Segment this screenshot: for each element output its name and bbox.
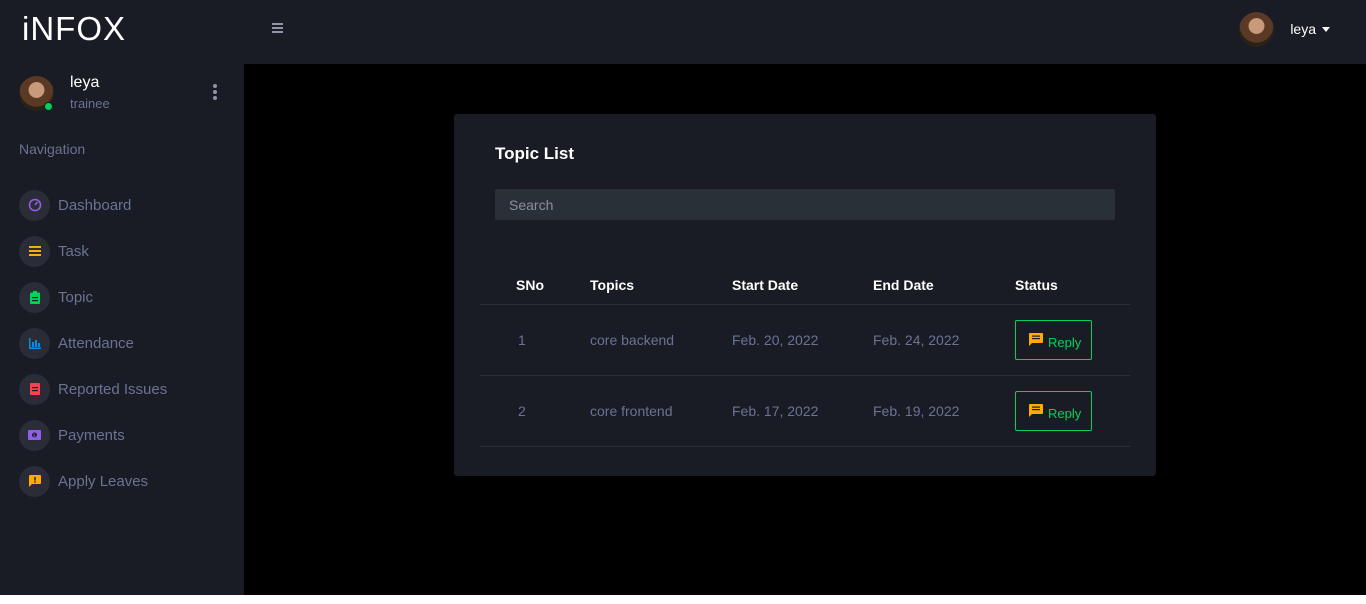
sidebar-profile: leya trainee	[19, 74, 229, 114]
reply-button-label: Reply	[1048, 405, 1082, 421]
topic-list-card: Topic List SNo Topics Start Date End Dat…	[454, 114, 1156, 476]
sidebar-item-label: Dashboard	[58, 196, 132, 214]
reply-button-label: Reply	[1048, 334, 1082, 350]
cell-sno: 2	[480, 375, 590, 447]
caret-down-icon	[1322, 26, 1330, 32]
report-icon	[19, 373, 50, 405]
cash-icon: $	[19, 419, 50, 451]
online-status-dot	[44, 102, 53, 111]
column-header-end-date: End Date	[873, 264, 1015, 305]
message-icon	[1029, 403, 1043, 420]
cell-start-date: Feb. 20, 2022	[732, 304, 873, 376]
reply-button[interactable]: Reply	[1015, 319, 1092, 360]
list-icon	[19, 235, 50, 267]
sidebar-item-label: Payments	[58, 426, 125, 444]
sidebar-item-payments[interactable]: $ Payments	[19, 412, 229, 458]
clipboard-icon	[19, 281, 50, 313]
table-header-row: SNo Topics Start Date End Date Status	[480, 264, 1130, 305]
cell-end-date: Feb. 19, 2022	[873, 375, 1015, 447]
cell-topic: core frontend	[590, 375, 732, 447]
cell-end-date: Feb. 24, 2022	[873, 304, 1015, 376]
table-row: 1 core backend Feb. 20, 2022 Feb. 24, 20…	[480, 304, 1130, 376]
sidebar-item-attendance[interactable]: Attendance	[19, 320, 229, 366]
message-alert-icon	[19, 465, 50, 497]
sidebar-item-label: Attendance	[58, 334, 134, 352]
sidebar-item-label: Apply Leaves	[58, 472, 149, 490]
cell-status: Reply	[1015, 375, 1130, 447]
sidebar-item-apply-leaves[interactable]: Apply Leaves	[19, 458, 229, 504]
sidebar-item-topic[interactable]: Topic	[19, 274, 229, 320]
sidebar-item-reported-issues[interactable]: Reported Issues	[19, 366, 229, 412]
more-options-icon[interactable]	[213, 84, 217, 100]
avatar	[1239, 11, 1275, 47]
brand-logo[interactable]: iNFOX	[22, 10, 126, 48]
top-navbar: iNFOX leya	[0, 0, 1366, 64]
app-root: iNFOX leya leya trainee Navigation Dashb…	[0, 0, 1366, 595]
message-icon	[1029, 332, 1043, 349]
user-menu[interactable]: leya	[1239, 11, 1330, 47]
cell-status: Reply	[1015, 304, 1130, 376]
menu-toggle-icon[interactable]	[272, 23, 284, 33]
sidebar-item-label: Task	[58, 242, 89, 260]
sidebar: leya trainee Navigation Dashboard Task T…	[0, 64, 244, 595]
column-header-start-date: Start Date	[732, 264, 873, 305]
cell-topic: core backend	[590, 304, 732, 376]
sidebar-item-dashboard[interactable]: Dashboard	[19, 182, 229, 228]
sidebar-item-label: Reported Issues	[58, 380, 168, 398]
user-menu-name: leya	[1290, 21, 1316, 37]
cell-sno: 1	[480, 304, 590, 376]
profile-name: leya	[70, 74, 100, 91]
column-header-status: Status	[1015, 264, 1130, 305]
page-title: Topic List	[495, 144, 575, 163]
reply-button[interactable]: Reply	[1015, 390, 1092, 431]
cell-start-date: Feb. 17, 2022	[732, 375, 873, 447]
svg-text:$: $	[33, 433, 36, 439]
bar-chart-icon	[19, 327, 50, 359]
column-header-topics: Topics	[590, 264, 732, 305]
speedometer-icon	[19, 189, 50, 221]
sidebar-item-label: Topic	[58, 288, 94, 306]
search-input[interactable]	[495, 189, 1115, 220]
table-row: 2 core frontend Feb. 17, 2022 Feb. 19, 2…	[480, 375, 1130, 447]
nav-heading: Navigation	[19, 141, 86, 157]
sidebar-item-task[interactable]: Task	[19, 228, 229, 274]
column-header-sno: SNo	[480, 264, 590, 305]
profile-role: trainee	[70, 96, 110, 111]
nav-list: Dashboard Task Topic Attendance Reported…	[19, 182, 229, 504]
topic-table: SNo Topics Start Date End Date Status 1 …	[480, 264, 1130, 447]
